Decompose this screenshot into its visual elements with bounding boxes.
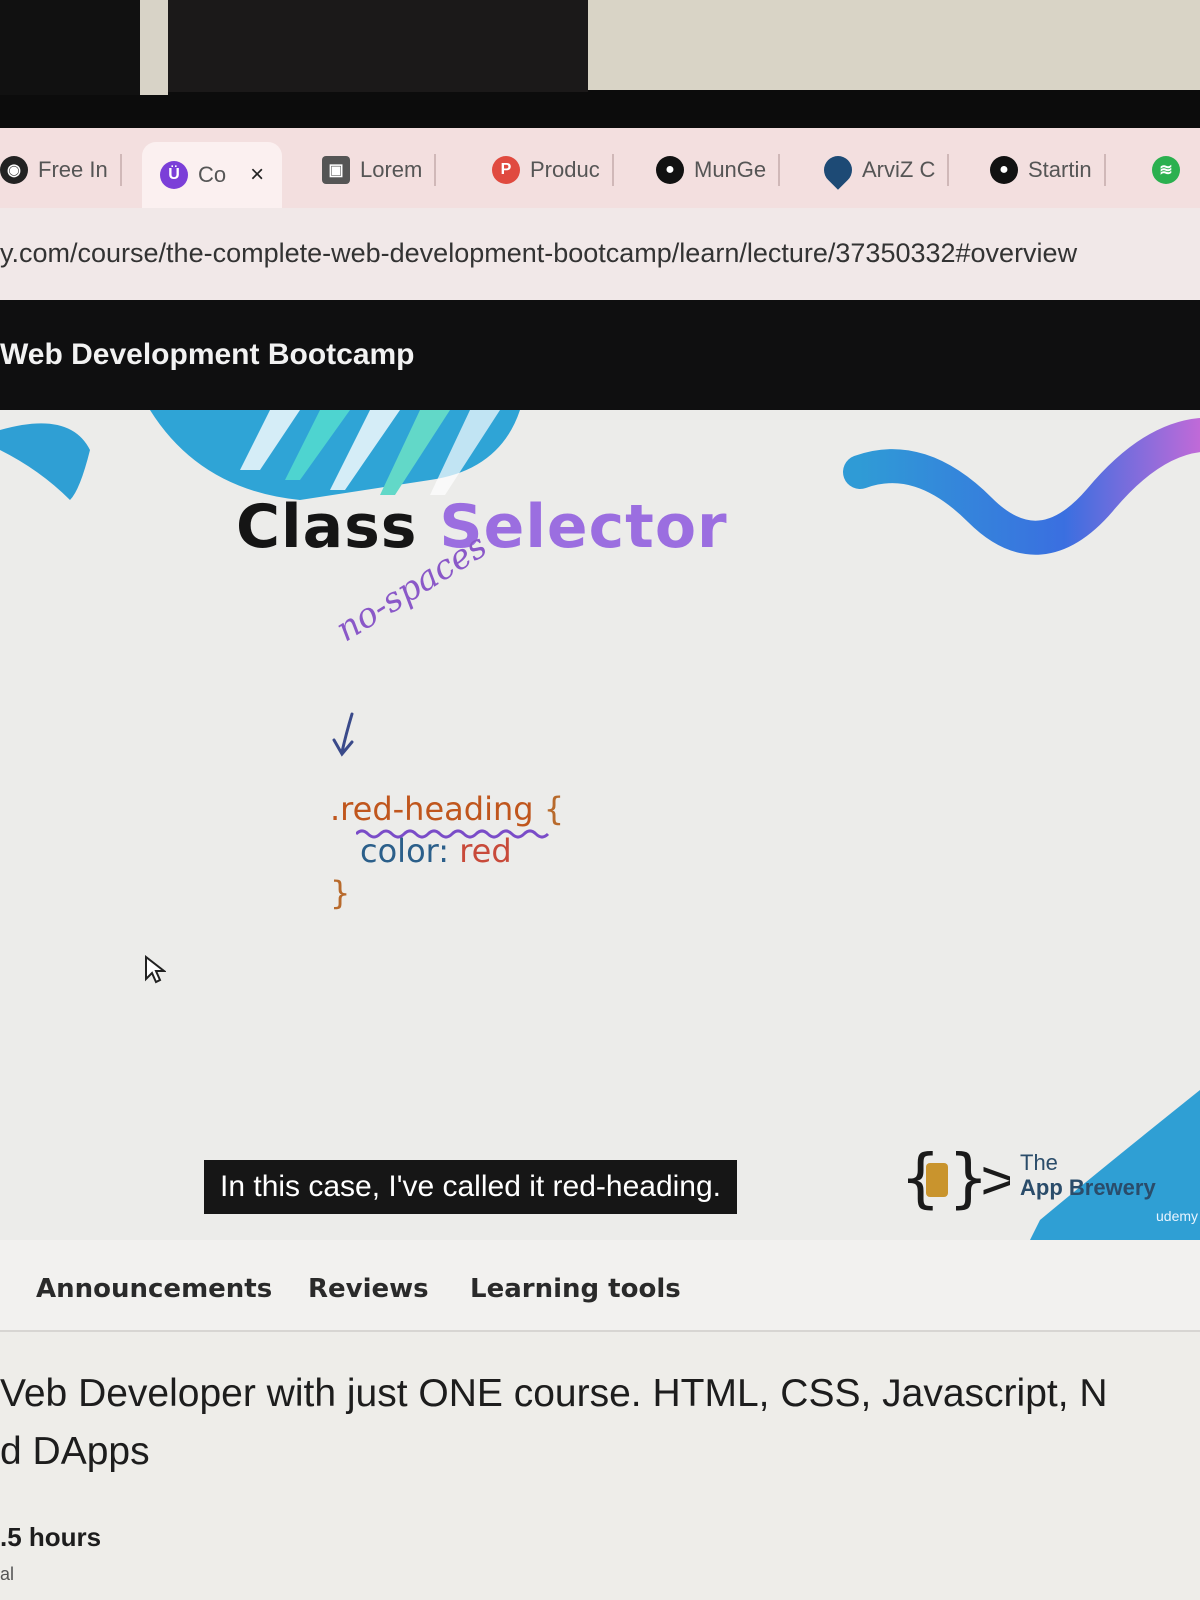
tab-label: Free In (38, 157, 108, 182)
brand-line-2: App Brewery (1020, 1175, 1156, 1200)
video-player[interactable]: Class Selector no-spaces .red-heading { … (0, 410, 1200, 1240)
product-hunt-icon: P (492, 156, 520, 184)
tab-announcements[interactable]: Announcements (36, 1274, 272, 1304)
annotation-arrow-icon (332, 712, 354, 757)
tab-free-in[interactable]: ◉ Free In (0, 142, 122, 198)
mouse-cursor-icon (145, 955, 166, 984)
brand-line-1: The (1020, 1150, 1058, 1175)
description-line-2: d DApps (0, 1430, 150, 1473)
tab-starting[interactable]: ● Startin (990, 142, 1106, 198)
tab-label: Co (198, 162, 227, 187)
open-brace: { (543, 790, 565, 828)
course-hours: .5 hours (0, 1522, 102, 1552)
course-description: Veb Developer with just ONE course. HTML… (0, 1332, 1200, 1600)
lecture-tabs: Announcements Reviews Learning tools (0, 1240, 1200, 1332)
background-room (0, 0, 1200, 130)
video-caption: In this case, I've called it red-heading… (204, 1160, 738, 1214)
tab-course-active[interactable]: Ü Co × (142, 142, 283, 208)
tab-learning-tools[interactable]: Learning tools (470, 1274, 681, 1304)
github-icon: ● (656, 156, 684, 184)
tab-product-hunt[interactable]: P Produc (492, 142, 614, 198)
udemy-watermark: udemy (1156, 1208, 1199, 1224)
address-bar[interactable]: y.com/course/the-complete-web-developmen… (0, 208, 1200, 300)
slide-title-word-1: Class (236, 492, 418, 562)
room-light-wall (588, 0, 1200, 90)
course-header: Web Development Bootcamp (0, 300, 1200, 410)
tab-arviz[interactable]: ArviZ C (818, 142, 950, 198)
svg-text:>: > (978, 1150, 1010, 1210)
code-line-1: .red-heading { (330, 788, 564, 830)
course-hours-label: al (0, 1564, 15, 1584)
annotation-underline (356, 829, 550, 839)
arviz-icon (818, 150, 858, 190)
tab-label: Lorem (360, 157, 423, 182)
room-dark-panel (0, 0, 140, 95)
image-icon: ▣ (322, 156, 350, 184)
tab-label: Startin (1028, 157, 1092, 182)
tab-reviews[interactable]: Reviews (308, 1274, 429, 1304)
tab-label: MunGe (694, 157, 767, 182)
room-dark-wall (168, 0, 588, 92)
close-tab-icon[interactable]: × (250, 161, 264, 189)
room-light-strip (140, 0, 168, 95)
code-line-3: } (330, 872, 564, 914)
openai-icon: ◉ (0, 156, 28, 184)
code-snippet: .red-heading { color: red } (330, 788, 564, 914)
tab-munge[interactable]: ● MunGe (656, 142, 781, 198)
css-selector: .red-heading (330, 790, 534, 828)
udemy-icon: Ü (160, 161, 188, 189)
tab-label: ArviZ C (862, 157, 936, 182)
course-title[interactable]: Web Development Bootcamp (0, 338, 415, 372)
github-icon: ● (990, 156, 1018, 184)
app-brewery-logo-icon: { } > (900, 1145, 1010, 1215)
close-brace: } (330, 874, 351, 912)
tab-lorem[interactable]: ▣ Lorem (322, 142, 437, 198)
url-text: y.com/course/the-complete-web-developmen… (0, 238, 1078, 268)
spotify-icon: ≋ (1152, 156, 1180, 184)
brand-name: The App Brewery (1020, 1150, 1156, 1200)
browser-tab-bar: ◉ Free In Ü Co × ▣ Lorem P Produc ● MunG… (0, 128, 1200, 208)
tab-label: Produc (530, 157, 600, 182)
tab-spotify[interactable]: ≋ (1152, 142, 1180, 198)
description-line-1: Veb Developer with just ONE course. HTML… (0, 1372, 1108, 1415)
